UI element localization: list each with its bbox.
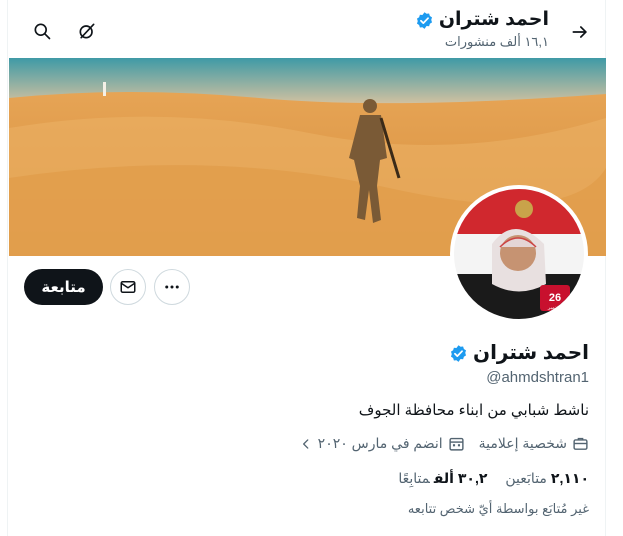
arrow-right-icon xyxy=(572,26,587,38)
more-button[interactable] xyxy=(154,269,190,305)
profile-handle: @ahmdshtran1 xyxy=(486,369,589,386)
profile-column: احمد شتران ١٦,١ ألف منشورات 26 سبتمبر مت… xyxy=(7,0,606,536)
joined-label: انضم في مارس ٢٠٢٠ xyxy=(317,435,443,451)
followed-by-note: غير مُتابَع بواسطة أيّ شخص تتابعه xyxy=(407,501,589,516)
avatar-badge-number: 26 xyxy=(549,292,561,304)
category-item: شخصية إعلامية xyxy=(479,435,589,452)
header-title: احمد شتران xyxy=(438,9,549,30)
followers-label: متابِعًا xyxy=(398,470,430,486)
display-name: احمد شتران xyxy=(473,342,589,364)
following-label: متابَعين xyxy=(505,470,547,486)
avatar-badge-text: سبتمبر xyxy=(547,305,562,311)
back-button[interactable] xyxy=(563,15,597,49)
avatar-image: 26 سبتمبر xyxy=(454,189,584,319)
header-title-block: احمد شتران ١٦,١ ألف منشورات xyxy=(415,8,549,50)
category-label: شخصية إعلامية xyxy=(478,435,567,451)
following-count: ٢,١١٠ xyxy=(550,470,589,486)
envelope-icon xyxy=(120,281,136,293)
profile-avatar[interactable]: 26 سبتمبر xyxy=(450,185,588,323)
search-icon xyxy=(34,23,51,40)
following-stat[interactable]: ٢,١١٠متابَعين xyxy=(505,470,589,487)
follow-button[interactable]: متابعة xyxy=(24,269,103,305)
grok-icon xyxy=(79,23,95,39)
profile-bio: ناشط شبابي من ابناء محافظة الجوف xyxy=(358,402,589,419)
followers-count: ٣٠,٢ ألف xyxy=(433,470,488,486)
profile-name-row: احمد شتران xyxy=(449,340,589,366)
followers-stat[interactable]: ٣٠,٢ ألفمتابِعًا xyxy=(398,470,487,487)
briefcase-icon xyxy=(573,437,588,450)
message-button[interactable] xyxy=(110,269,146,305)
profile-stats: ٢,١١٠متابَعين ٣٠,٢ ألفمتابِعًا xyxy=(398,470,589,487)
search-button[interactable] xyxy=(25,14,59,48)
calendar-icon xyxy=(449,437,464,451)
more-dots-icon xyxy=(165,285,179,289)
verified-badge-icon[interactable] xyxy=(449,344,468,363)
grok-button[interactable] xyxy=(70,14,104,48)
chevron-left-icon xyxy=(302,438,309,449)
top-bar: احمد شتران ١٦,١ ألف منشورات xyxy=(8,0,607,58)
posts-count: ١٦,١ ألف منشورات xyxy=(444,34,549,49)
joined-item: انضم في مارس ٢٠٢٠ xyxy=(299,435,465,452)
verified-badge-icon xyxy=(416,11,432,29)
profile-meta: شخصية إعلامية انضم في مارس ٢٠٢٠ xyxy=(299,435,589,452)
